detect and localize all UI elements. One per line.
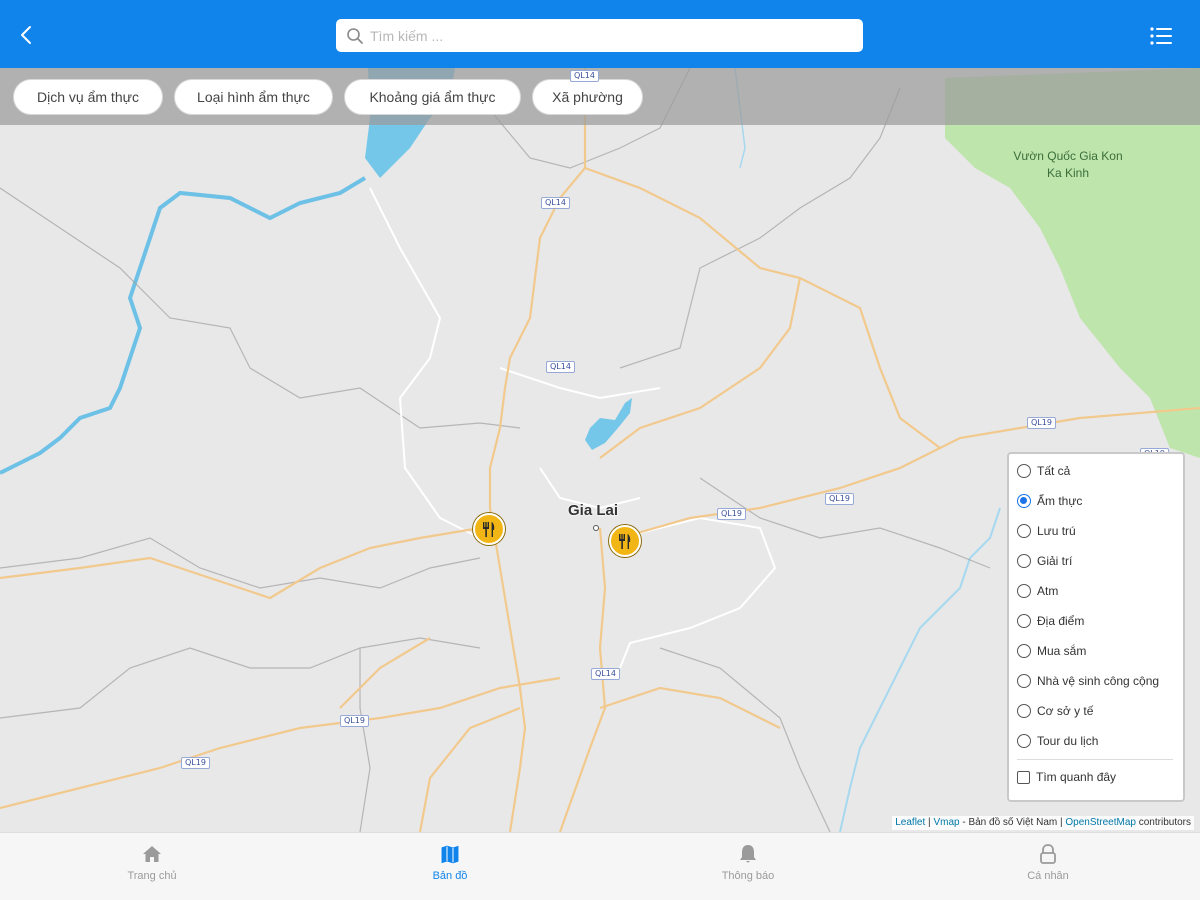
bell-icon [740, 845, 756, 863]
map-icon [440, 844, 460, 865]
map-attribution: Leaflet | Vmap - Bản đồ số Việt Nam | Op… [892, 816, 1194, 830]
menu-button[interactable] [1146, 22, 1176, 50]
radio-button[interactable] [1017, 734, 1031, 748]
layer-option-entertainment[interactable]: Giải trí [1017, 550, 1072, 572]
vmap-link[interactable]: Vmap [933, 817, 959, 828]
filter-bar: Dịch vụ ẩm thực Loại hình ẩm thực Khoảng… [0, 68, 1200, 125]
restaurant-marker[interactable] [609, 525, 641, 557]
layer-control-panel: Tất cả Ẩm thực Lưu trú Giải trí Atm Địa … [1007, 452, 1185, 802]
nearby-search-label: Tìm quanh đây [1036, 770, 1117, 784]
attribution-text: - Bản đồ số Việt Nam | [959, 817, 1066, 828]
filter-chip-ward[interactable]: Xã phường [532, 79, 643, 115]
road-shield: QL14 [591, 668, 620, 680]
nav-home[interactable]: Trang chủ [2, 833, 302, 900]
road-shield: QL19 [1027, 417, 1056, 429]
layer-option-label: Ẩm thực [1037, 494, 1083, 508]
road-shield: QL14 [541, 197, 570, 209]
search-icon [347, 28, 363, 44]
road-shield: QL14 [546, 361, 575, 373]
radio-button-checked[interactable] [1017, 494, 1031, 508]
city-dot [593, 525, 599, 531]
home-icon [143, 846, 161, 862]
restaurant-icon [483, 522, 495, 537]
back-button[interactable] [12, 18, 42, 52]
list-menu-icon [1150, 27, 1172, 45]
layer-option-label: Mua sắm [1037, 644, 1087, 658]
radio-button[interactable] [1017, 554, 1031, 568]
road-ql14-south [558, 527, 607, 832]
filter-chip-price-range[interactable]: Khoảng giá ẩm thực [344, 79, 521, 115]
checkbox[interactable] [1017, 770, 1030, 784]
nav-label: Thông báo [721, 870, 775, 882]
lock-icon [1040, 844, 1056, 864]
osm-link[interactable]: OpenStreetMap [1065, 817, 1136, 828]
leaflet-link[interactable]: Leaflet [895, 817, 925, 828]
radio-button[interactable] [1017, 464, 1031, 478]
nav-label: Trang chủ [127, 870, 177, 882]
nav-notifications[interactable]: Thông báo [598, 833, 898, 900]
road-shield: QL19 [825, 493, 854, 505]
river-east [839, 507, 1001, 832]
layer-option-label: Địa điểm [1037, 614, 1085, 628]
river-west [0, 176, 367, 475]
layer-option-lodging[interactable]: Lưu trú [1017, 520, 1076, 542]
radio-button[interactable] [1017, 614, 1031, 628]
nearby-search-toggle[interactable]: Tìm quanh đây [1017, 766, 1116, 788]
layer-option-tour[interactable]: Tour du lịch [1017, 730, 1098, 752]
layer-option-label: Lưu trú [1037, 524, 1076, 538]
attribution-suffix: contributors [1135, 817, 1191, 828]
road-ql14-north [488, 68, 587, 832]
layer-option-label: Nhà vệ sinh công cộng [1037, 674, 1160, 688]
national-park-area [945, 68, 1200, 458]
park-label: Vườn Quốc Gia Kon Ka Kinh [1013, 149, 1123, 180]
layer-option-atm[interactable]: Atm [1017, 580, 1058, 602]
divider [1017, 759, 1173, 760]
chevron-left-icon [21, 26, 31, 44]
city-label: Gia Lai [568, 502, 619, 519]
restaurant-icon [619, 534, 631, 549]
search-input[interactable] [370, 19, 850, 52]
road-shield: QL19 [717, 508, 746, 520]
bottom-navigation: Trang chủ Bản đồ Thông báo Cá nhân [0, 832, 1200, 900]
search-box[interactable] [336, 19, 863, 52]
nav-profile[interactable]: Cá nhân [898, 833, 1198, 900]
radio-button[interactable] [1017, 584, 1031, 598]
road-ql19-west [0, 526, 481, 600]
layer-option-label: Tất cả [1037, 464, 1071, 478]
radio-button[interactable] [1017, 644, 1031, 658]
layer-option-public-toilet[interactable]: Nhà vệ sinh công cộng [1017, 670, 1159, 692]
road-ql19-sw [0, 676, 561, 810]
nav-label: Bản đồ [432, 870, 468, 882]
radio-button[interactable] [1017, 524, 1031, 538]
layer-option-medical[interactable]: Cơ sở y tế [1017, 700, 1093, 722]
layer-option-food[interactable]: Ẩm thực [1017, 490, 1082, 512]
layer-option-label: Cơ sở y tế [1037, 704, 1094, 718]
layer-option-label: Giải trí [1037, 554, 1073, 568]
map-view[interactable]: Dịch vụ ẩm thực Loại hình ẩm thực Khoảng… [0, 68, 1200, 832]
restaurant-marker[interactable] [473, 513, 505, 545]
layer-option-places[interactable]: Địa điểm [1017, 610, 1084, 632]
lake-city [585, 398, 632, 450]
filter-chip-food-service[interactable]: Dịch vụ ẩm thực [13, 79, 163, 115]
radio-button[interactable] [1017, 674, 1031, 688]
layer-option-all[interactable]: Tất cả [1017, 460, 1070, 482]
road-shield: QL19 [181, 757, 210, 769]
filter-chip-food-type[interactable]: Loại hình ẩm thực [174, 79, 333, 115]
layer-option-label: Tour du lịch [1037, 734, 1099, 748]
road-shield: QL19 [340, 715, 369, 727]
nav-map[interactable]: Bản đồ [300, 833, 600, 900]
road-shield: QL14 [570, 70, 599, 82]
top-app-bar [0, 0, 1200, 68]
layer-option-shopping[interactable]: Mua sắm [1017, 640, 1086, 662]
layer-option-label: Atm [1037, 584, 1059, 598]
app-screen: Dịch vụ ẩm thực Loại hình ẩm thực Khoảng… [0, 0, 1200, 900]
nav-label: Cá nhân [1027, 870, 1069, 882]
radio-button[interactable] [1017, 704, 1031, 718]
